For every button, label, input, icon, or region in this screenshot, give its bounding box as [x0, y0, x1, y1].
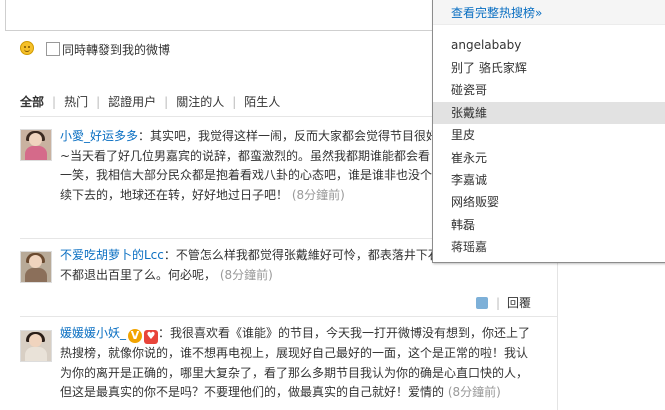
comment-timestamp: (8分鐘前)	[219, 267, 273, 282]
hot-search-item[interactable]: 韩磊	[433, 214, 665, 236]
tab-verified-users[interactable]: 認證用户	[108, 95, 156, 109]
hot-search-item[interactable]: 碰瓷哥	[433, 79, 665, 101]
comment-text-line: ：不管怎么样我都觉得张戴維好可怜，都表落井下石	[163, 248, 440, 262]
comment-username[interactable]: 小愛_好运多多	[60, 129, 138, 143]
tab-strangers[interactable]: 陌生人	[244, 95, 280, 109]
tab-all[interactable]: 全部	[20, 95, 44, 109]
comment-text-line: 不都退出百里了么。何必呢，	[60, 267, 217, 282]
comment-username[interactable]: 不爱吃胡萝卜的Lcc	[60, 248, 164, 262]
comment-text-line: 为你的离开是正确的，哪里大复杂了，看了那么多期节目我认为你的确是心直口快的人，	[60, 365, 529, 380]
hot-search-item[interactable]: 里皮	[433, 124, 665, 146]
comment-text-line: ：其实吧，我觉得这样一闹，反而大家都会觉得节目很好看	[138, 129, 451, 143]
heart-badge-icon: ♥	[144, 330, 159, 344]
avatar[interactable]	[20, 330, 52, 362]
tab-following[interactable]: 關注的人	[176, 95, 224, 109]
comment-text-line: 一笑，我相信大部分民众都是抱着看戏八卦的心态吧，谁是谁非也没个	[60, 168, 433, 182]
hot-search-item[interactable]: 李嘉诚	[433, 169, 665, 191]
hot-search-item[interactable]: 网络贩婴	[433, 191, 665, 213]
comment-item: 小愛_好运多多：其实吧，我觉得这样一闹，反而大家都会觉得节目很好看 ~当天看了好…	[60, 127, 460, 205]
avatar[interactable]	[20, 129, 52, 161]
tab-separator: |	[232, 95, 237, 109]
hot-search-item[interactable]: 蒋瑶嘉	[433, 236, 665, 258]
avatar[interactable]	[20, 251, 52, 283]
thumbs-up-icon[interactable]	[476, 297, 488, 309]
comment-divider	[20, 316, 557, 317]
tab-separator: |	[96, 95, 101, 109]
comment-username[interactable]: 媛媛媛小妖_	[60, 326, 126, 340]
comment-text-line: 热搜榜，就像你说的，谁不想再电视上，展现好自己最好的一面，这个是正常的啦！我认	[60, 346, 529, 360]
tab-separator: |	[52, 95, 57, 109]
view-full-hot-list-link[interactable]: 查看完整热搜榜»	[451, 4, 542, 21]
tab-separator: |	[164, 95, 169, 109]
action-separator: |	[496, 296, 501, 310]
hot-search-item-highlighted[interactable]: 张戴維	[433, 102, 665, 124]
comment-filter-tabs: 全部 | 热门 | 認證用户 | 關注的人 | 陌生人	[20, 93, 280, 110]
hot-search-dropdown: 查看完整热搜榜» angelababy 别了 骆氏家辉 碰瓷哥 张戴維 里皮 崔…	[432, 0, 665, 263]
comment-timestamp: (8分鐘前)	[291, 187, 345, 202]
comment-item: 媛媛媛小妖_ V ♥ ：我很喜欢看《谁能》的节目，今天我一打开微博没有想到，你还上了 …	[60, 324, 545, 403]
hot-search-item[interactable]: 崔永元	[433, 147, 665, 169]
comment-textarea[interactable]	[5, 0, 447, 31]
hot-search-item[interactable]: angelababy	[433, 34, 665, 56]
tab-hot[interactable]: 热门	[64, 95, 88, 109]
verified-v-icon: V	[128, 329, 143, 343]
comment-timestamp: (8分鐘前)	[447, 385, 501, 399]
hot-search-item[interactable]: 别了 骆氏家辉	[433, 57, 665, 79]
repost-label: 同時轉發到我的微博	[62, 43, 171, 57]
repost-checkbox[interactable]	[46, 42, 60, 56]
comment-actions: | 回覆	[476, 294, 531, 311]
reply-button[interactable]: 回覆	[507, 296, 531, 310]
comment-item: 不爱吃胡萝卜的Lcc：不管怎么样我都觉得张戴維好可怜，都表落井下石 不都退出百里…	[60, 246, 460, 285]
hot-search-header: 查看完整热搜榜»	[433, 0, 665, 25]
comment-text-line: 但这是最真实的你不是吗？不要理他们的，做最真实的自己就好！爱情的	[60, 385, 445, 399]
comment-divider	[20, 238, 440, 239]
comment-text-line: ~当天看了好几位男嘉宾的说辞，都蛮激烈的。虽然我都期谁能都会看	[60, 148, 431, 163]
comment-text-line: 续下去的，地球还在转，好好地过日子吧！	[60, 187, 289, 202]
emoji-icon[interactable]	[20, 41, 34, 55]
comment-text-line: ：我很喜欢看《谁能》的节目，今天我一打开微博没有想到，你还上了	[158, 326, 531, 340]
